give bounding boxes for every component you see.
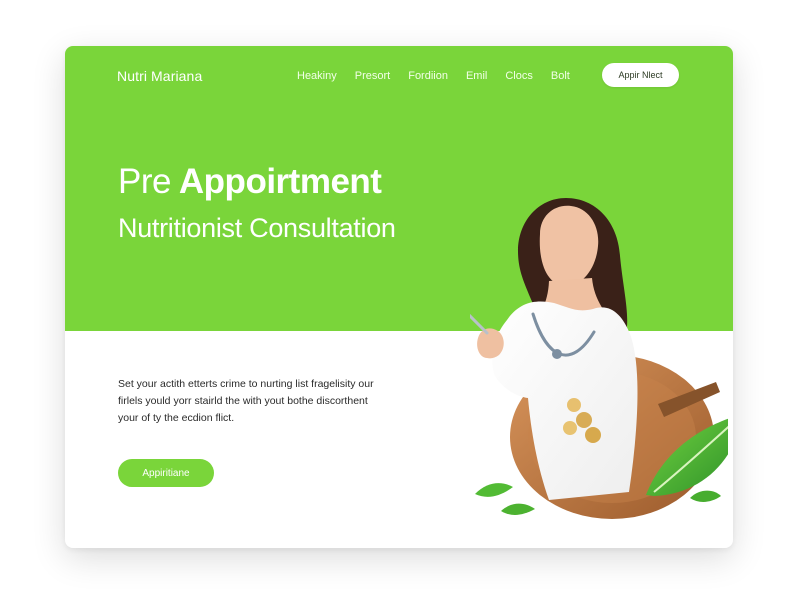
nav-link-emil[interactable]: Emil bbox=[466, 70, 487, 82]
intro-paragraph: Set your actith etterts crime to nurting… bbox=[118, 378, 374, 424]
appointment-primary-button[interactable]: Appiritiane bbox=[118, 459, 214, 487]
nav-link-heakiny[interactable]: Heakiny bbox=[297, 70, 337, 82]
nutritionist-person bbox=[470, 198, 638, 500]
headline-prefix: Pre bbox=[118, 162, 171, 201]
nav-link-fordiion[interactable]: Fordiion bbox=[408, 70, 448, 82]
nutritionist-illustration bbox=[470, 150, 728, 548]
brand-logo[interactable]: Nutri Mariana bbox=[117, 68, 202, 84]
hero-subheadline: Nutritionist Consultation bbox=[118, 213, 396, 243]
landing-card: Nutri Mariana Heakiny Presort Fordiion E… bbox=[65, 46, 733, 548]
main-navigation: Heakiny Presort Fordiion Emil Clocs Bolt bbox=[297, 70, 570, 82]
appointment-nav-button[interactable]: Appir Nlect bbox=[602, 63, 679, 87]
nav-link-bolt[interactable]: Bolt bbox=[551, 70, 570, 82]
hero-headline: Pre Appoirtment bbox=[118, 162, 382, 202]
nav-link-clocs[interactable]: Clocs bbox=[505, 70, 533, 82]
nav-link-presort[interactable]: Presort bbox=[355, 70, 390, 82]
headline-emphasis: Appoirtment bbox=[178, 162, 382, 201]
utensil-icon bbox=[470, 313, 489, 335]
